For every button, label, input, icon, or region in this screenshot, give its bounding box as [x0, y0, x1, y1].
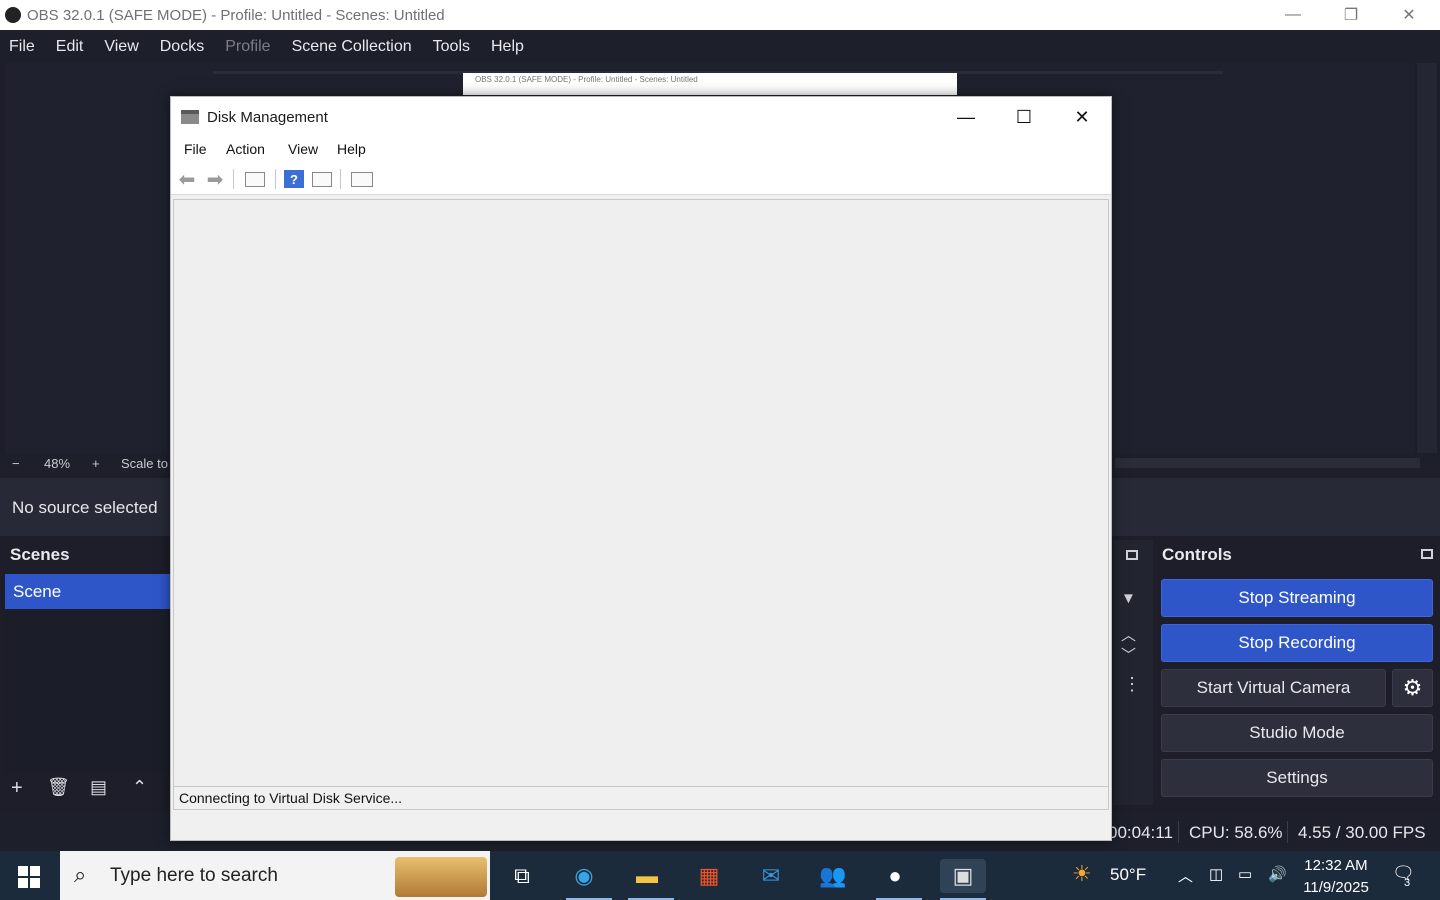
disk-management-icon — [181, 110, 199, 124]
properties-icon[interactable] — [351, 172, 373, 187]
dm-menu-action[interactable]: Action — [226, 141, 265, 157]
dm-title-bar: Disk Management — ☐ ✕ — [171, 97, 1111, 137]
controls-popout-icon[interactable] — [1421, 549, 1433, 559]
studio-mode-button[interactable]: Studio Mode — [1161, 714, 1433, 752]
scale-to-button[interactable]: Scale to — [121, 456, 168, 471]
restore-button[interactable]: ❐ — [1322, 0, 1380, 30]
file-explorer-icon[interactable]: ▬ — [630, 859, 664, 893]
more-vertical-icon[interactable]: ⋮ — [1123, 674, 1141, 695]
help-icon[interactable]: ? — [284, 170, 304, 188]
dm-menu-view[interactable]: View — [288, 141, 318, 157]
dm-close-button[interactable]: ✕ — [1053, 97, 1111, 137]
fps-readout: 4.55 / 30.00 FPS — [1298, 823, 1426, 842]
menu-tools[interactable]: Tools — [433, 38, 470, 56]
taskbar-clock[interactable]: 12:32 AM 11/9/2025 — [1296, 855, 1376, 899]
stop-streaming-button[interactable]: Stop Streaming — [1161, 579, 1433, 617]
dm-minimize-button[interactable]: — — [937, 97, 995, 137]
show-hidden-icons-icon[interactable]: ︿ — [1178, 865, 1193, 886]
preview-horizontal-scrollbar[interactable] — [1115, 458, 1420, 468]
menu-profile[interactable]: Profile — [225, 38, 270, 56]
obs-window-title: OBS 32.0.1 (SAFE MODE) - Profile: Untitl… — [27, 6, 445, 24]
disk-management-window: Disk Management — ☐ ✕ File Action View H… — [170, 96, 1112, 841]
dm-window-title: Disk Management — [207, 108, 328, 126]
clock-time: 12:32 AM — [1304, 857, 1368, 874]
stream-time: 00:04:11 — [1108, 823, 1173, 842]
teams-icon[interactable]: 👥 — [816, 859, 850, 893]
windows-taskbar: ⌕ Type here to search ⧉ ◉ ▬ ▦ ✉ 👥 ● ▣ ☀ … — [0, 851, 1440, 900]
dm-menu-bar: File Action View Help — [171, 137, 1111, 163]
obs-logo-icon — [5, 7, 21, 23]
menu-file[interactable]: File — [9, 38, 35, 56]
chevron-down-icon[interactable]: ﹀ — [1121, 644, 1136, 665]
menu-scene-collection[interactable]: Scene Collection — [292, 38, 412, 56]
weather-temp[interactable]: 50°F — [1110, 865, 1146, 885]
forward-arrow-icon[interactable]: ➡ — [205, 169, 225, 191]
search-highlight-image — [395, 857, 487, 897]
dm-menu-file[interactable]: File — [184, 141, 207, 157]
edge-browser-icon[interactable]: ◉ — [567, 859, 601, 893]
dm-status-bar: Connecting to Virtual Disk Service... — [173, 786, 1109, 810]
trash-icon[interactable]: 🗑 — [47, 777, 70, 798]
disk-management-task-icon[interactable]: ▣ — [940, 859, 986, 893]
console-tree-icon[interactable] — [245, 172, 265, 187]
dm-content-area — [173, 199, 1109, 787]
mail-icon[interactable]: ✉ — [754, 859, 788, 893]
preview-thumbnail-title: OBS 32.0.1 (SAFE MODE) - Profile: Untitl… — [463, 73, 957, 95]
no-source-label: No source selected — [12, 498, 158, 517]
microsoft-store-icon[interactable]: ▦ — [692, 859, 726, 893]
action-pane-icon[interactable] — [312, 172, 332, 187]
obs-app-icon[interactable]: ● — [878, 859, 912, 893]
meet-now-icon[interactable]: ◫ — [1209, 865, 1223, 883]
windows-start-icon[interactable] — [18, 866, 40, 888]
popout-icon[interactable] — [1126, 550, 1138, 560]
zoom-out-button[interactable]: − — [12, 456, 20, 471]
taskbar-search-box[interactable]: ⌕ Type here to search — [60, 851, 490, 900]
move-up-icon[interactable]: ⌃ — [132, 777, 147, 798]
menu-help[interactable]: Help — [491, 38, 524, 56]
scene-list-item[interactable]: Scene — [5, 574, 170, 609]
scenes-dock-title: Scenes — [10, 545, 70, 564]
close-button[interactable]: ✕ — [1380, 0, 1438, 30]
search-placeholder: Type here to search — [110, 865, 278, 886]
add-scene-icon[interactable]: + — [11, 777, 23, 800]
clock-date: 11/9/2025 — [1303, 879, 1369, 896]
weather-icon[interactable]: ☀ — [1072, 861, 1092, 887]
stop-recording-button[interactable]: Stop Recording — [1161, 624, 1433, 662]
menu-docks[interactable]: Docks — [160, 38, 204, 56]
notification-count: 3 — [1404, 877, 1411, 889]
dm-maximize-button[interactable]: ☐ — [995, 97, 1053, 137]
cpu-usage: CPU: 58.6% — [1189, 823, 1283, 842]
zoom-value: 48% — [44, 456, 71, 471]
filter-icon[interactable]: ▤ — [90, 777, 107, 798]
task-view-icon[interactable]: ⧉ — [505, 859, 539, 893]
partial-dock-toolbar: ▼ ︿ ﹀ ⋮ — [1113, 540, 1153, 805]
dm-status-text: Connecting to Virtual Disk Service... — [179, 790, 403, 806]
settings-button[interactable]: Settings — [1161, 759, 1433, 797]
search-icon: ⌕ — [74, 862, 87, 887]
preview-vertical-scrollbar[interactable] — [1417, 63, 1437, 453]
obs-title-bar: OBS 32.0.1 (SAFE MODE) - Profile: Untitl… — [0, 0, 1440, 30]
network-icon[interactable]: ▭ — [1238, 865, 1252, 883]
volume-icon[interactable]: 🔊 — [1268, 865, 1287, 883]
controls-dock-title: Controls — [1162, 545, 1232, 564]
obs-menu-bar: File Edit View Docks Profile Scene Colle… — [0, 30, 1440, 63]
back-arrow-icon[interactable]: ⬅ — [177, 169, 197, 191]
dm-toolbar: ⬅ ➡ ? — [171, 163, 1111, 195]
start-virtual-camera-button[interactable]: Start Virtual Camera — [1161, 669, 1386, 707]
minimize-button[interactable]: — — [1264, 0, 1322, 30]
scenes-toolbar: + 🗑 ▤ ⌃ — [0, 773, 170, 808]
virtual-camera-settings-gear-icon[interactable]: ⚙ — [1392, 669, 1433, 707]
menu-edit[interactable]: Edit — [56, 38, 84, 56]
chevron-up-icon[interactable]: ︿ — [1121, 624, 1136, 645]
zoom-in-button[interactable]: + — [92, 456, 100, 471]
dm-menu-help[interactable]: Help — [337, 141, 366, 157]
dropdown-icon[interactable]: ▼ — [1121, 590, 1136, 607]
menu-view[interactable]: View — [104, 38, 138, 56]
